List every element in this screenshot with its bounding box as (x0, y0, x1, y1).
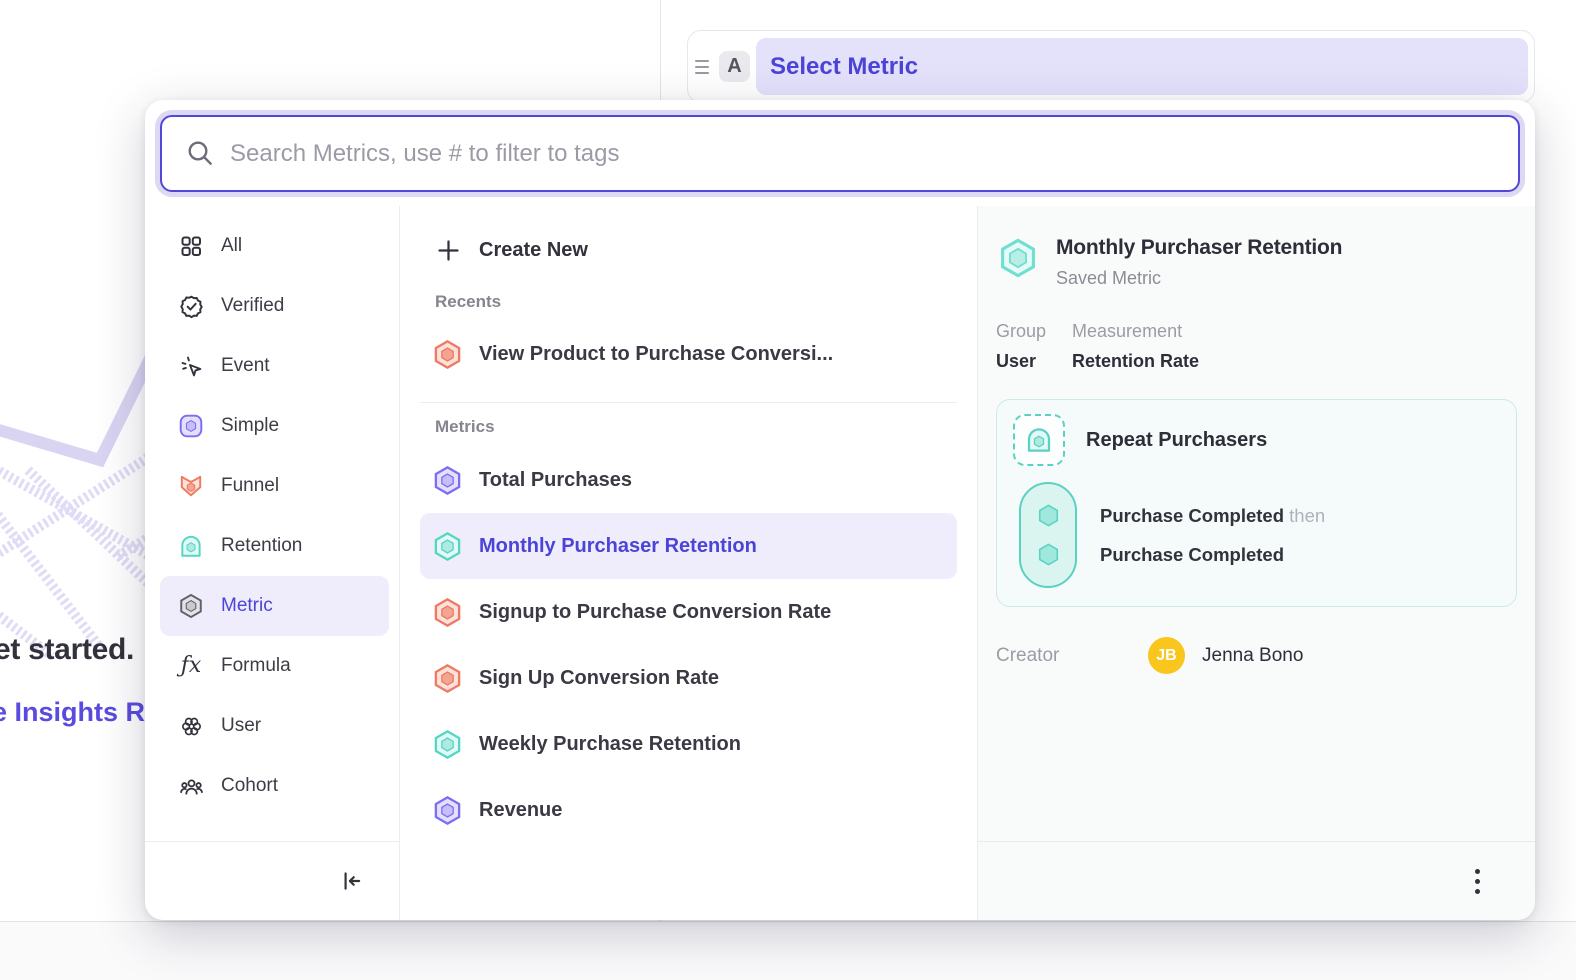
list-divider (420, 402, 957, 403)
event-cursor-icon (178, 353, 204, 379)
filter-sidebar: All Verified (145, 206, 400, 920)
creator-label: Creator (996, 645, 1148, 667)
definition-title: Repeat Purchasers (1086, 429, 1267, 452)
step-connector: then (1289, 505, 1325, 526)
sidebar-item-label: Cohort (221, 775, 278, 797)
metric-item-total-purchases[interactable]: Total Purchases (420, 447, 957, 513)
metric-item-monthly-purchaser-retention[interactable]: Monthly Purchaser Retention (420, 513, 957, 579)
plus-icon (435, 237, 462, 264)
detail-subtitle: Saved Metric (1056, 268, 1342, 289)
field-label: Group (996, 321, 1046, 342)
metric-letter-badge: A (719, 51, 750, 82)
drag-handle-icon[interactable] (695, 60, 713, 74)
sidebar-item-formula[interactable]: ƒx Formula (160, 636, 389, 696)
metric-name: Weekly Purchase Retention (479, 733, 741, 756)
search-input[interactable] (160, 115, 1520, 192)
sidebar-item-funnel[interactable]: Funnel (160, 456, 389, 516)
metric-name: Sign Up Conversion Rate (479, 667, 719, 690)
funnel-metric-icon (432, 665, 463, 691)
creator-name: Jenna Bono (1202, 645, 1303, 667)
detail-footer (978, 841, 1535, 920)
metric-name: View Product to Purchase Conversi... (479, 343, 833, 366)
grid-icon (178, 233, 204, 259)
sidebar-item-label: Event (221, 355, 270, 377)
funnel-metric-icon (432, 599, 463, 625)
recents-section-label: Recents (435, 292, 957, 312)
search-bar-container (145, 100, 1535, 206)
retention-metric-icon (432, 731, 463, 757)
simple-metric-icon (432, 467, 463, 493)
background-bottom-strip (0, 922, 1576, 980)
sidebar-item-event[interactable]: Event (160, 336, 389, 396)
funnel-metric-icon (432, 341, 463, 367)
sidebar-item-label: All (221, 235, 242, 257)
sidebar-item-label: Funnel (221, 475, 279, 497)
sidebar-item-cohort[interactable]: Cohort (160, 756, 389, 816)
metric-item-revenue[interactable]: Revenue (420, 777, 957, 843)
sidebar-item-label: User (221, 715, 261, 737)
sidebar-item-label: Formula (221, 655, 291, 677)
metric-name: Revenue (479, 799, 562, 822)
cohort-icon (178, 773, 204, 799)
formula-icon: ƒx (178, 653, 204, 679)
retention-metric-icon (178, 533, 204, 559)
step-hexagon-icon (1035, 541, 1062, 568)
user-icon (178, 713, 204, 739)
funnel-metric-icon (178, 473, 204, 499)
metric-item-sign-up-conversion-rate[interactable]: Sign Up Conversion Rate (420, 645, 957, 711)
metric-name: Signup to Purchase Conversion Rate (479, 601, 831, 624)
sidebar-item-user[interactable]: User (160, 696, 389, 756)
metric-item-weekly-purchase-retention[interactable]: Weekly Purchase Retention (420, 711, 957, 777)
metric-hexagon-icon (178, 593, 204, 619)
sidebar-footer (145, 841, 399, 920)
sidebar-item-label: Verified (221, 295, 284, 317)
background-headline-fragment: et started. (0, 633, 134, 667)
sidebar-item-label: Simple (221, 415, 279, 437)
metric-picker-modal: All Verified (145, 100, 1535, 920)
background-insights-link-fragment[interactable]: e Insights Re (0, 697, 160, 728)
simple-metric-icon (432, 797, 463, 823)
retention-definition-icon (1013, 414, 1065, 466)
metric-item-signup-to-purchase-conversion-rate[interactable]: Signup to Purchase Conversion Rate (420, 579, 957, 645)
create-new-label: Create New (479, 239, 588, 262)
recent-metric-item[interactable]: View Product to Purchase Conversi... (420, 322, 957, 386)
retention-metric-icon (996, 236, 1040, 289)
avatar: JB (1148, 637, 1185, 674)
collapse-left-icon (338, 868, 364, 894)
simple-metric-icon (178, 413, 204, 439)
field-value: Retention Rate (1072, 351, 1199, 372)
sidebar-item-retention[interactable]: Retention (160, 516, 389, 576)
retention-metric-icon (432, 533, 463, 559)
definition-step-1: Purchase Completed then (1100, 505, 1325, 527)
select-metric-pill[interactable]: Select Metric (756, 38, 1528, 95)
field-value: User (996, 351, 1046, 372)
creator-row: Creator JB Jenna Bono (996, 637, 1519, 674)
metric-detail-panel: Monthly Purchaser Retention Saved Metric… (978, 206, 1535, 920)
metric-name: Total Purchases (479, 469, 632, 492)
step-hexagon-icon (1035, 502, 1062, 529)
metric-query-row: A Select Metric (687, 30, 1535, 103)
metric-list-column: Create New Recents View Product to Purch… (400, 206, 978, 920)
sidebar-item-all[interactable]: All (160, 216, 389, 276)
sidebar-item-label: Metric (221, 595, 273, 617)
sidebar-item-simple[interactable]: Simple (160, 396, 389, 456)
detail-title: Monthly Purchaser Retention (1056, 236, 1342, 260)
create-new-button[interactable]: Create New (420, 222, 957, 278)
sidebar-item-verified[interactable]: Verified (160, 276, 389, 336)
sidebar-item-label: Retention (221, 535, 302, 557)
sidebar-item-metric[interactable]: Metric (160, 576, 389, 636)
collapse-sidebar-button[interactable] (331, 861, 371, 901)
retention-steps-capsule (1019, 482, 1077, 588)
field-measurement: Measurement Retention Rate (1072, 321, 1199, 372)
field-label: Measurement (1072, 321, 1199, 342)
metric-name: Monthly Purchaser Retention (479, 535, 757, 558)
definition-step-2: Purchase Completed (1100, 544, 1325, 566)
field-group: Group User (996, 321, 1046, 372)
more-options-button[interactable] (1459, 863, 1495, 899)
metric-definition-card: Repeat Purchasers Purchase Completed (996, 399, 1517, 607)
verified-badge-icon (178, 293, 204, 319)
metrics-section-label: Metrics (435, 417, 957, 437)
